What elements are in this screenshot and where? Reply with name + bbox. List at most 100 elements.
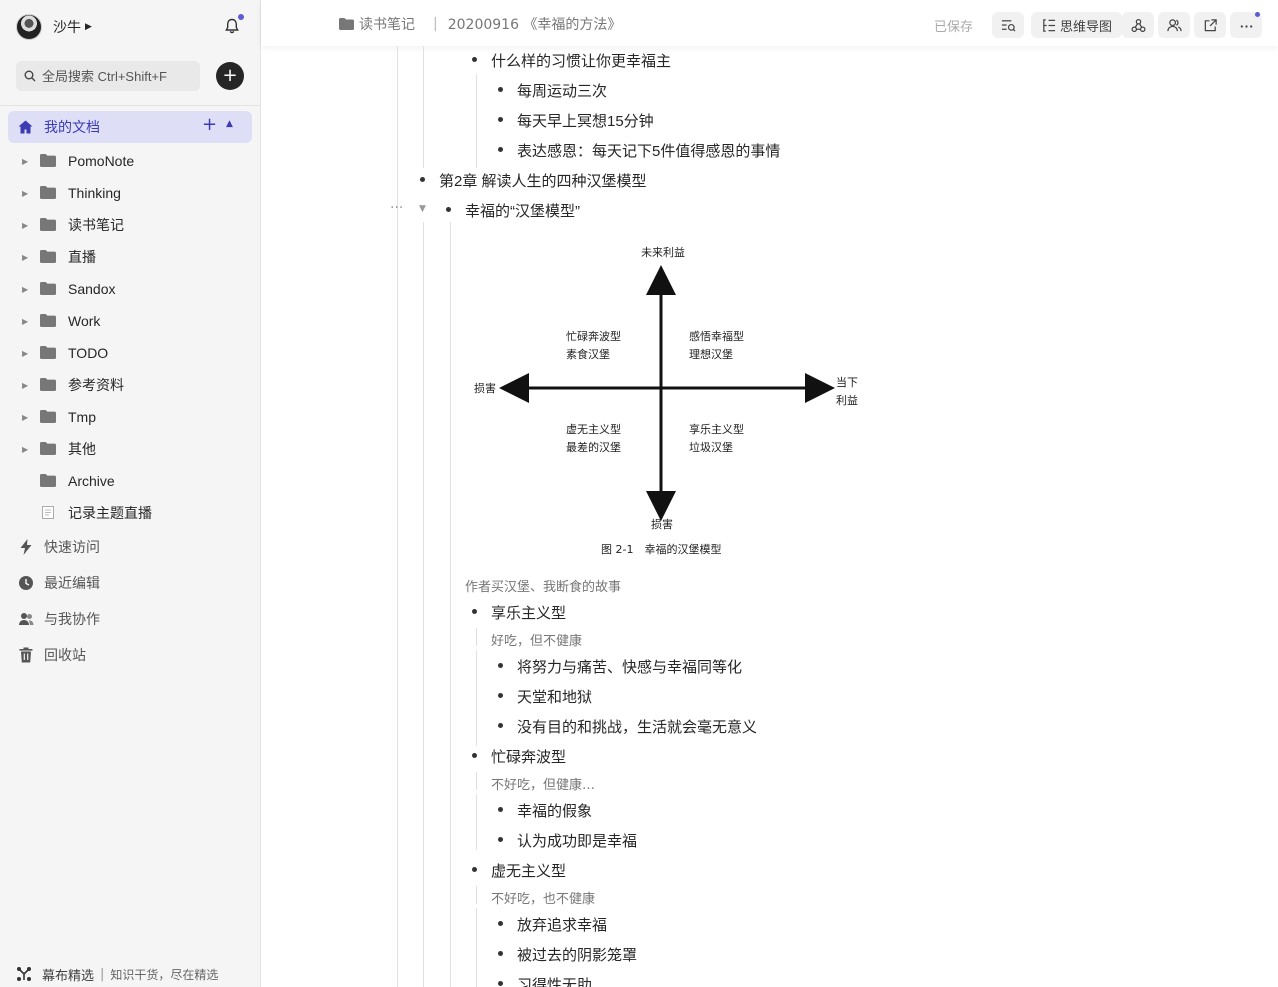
user-menu[interactable]: 沙牛 ▶ (16, 12, 92, 42)
bullet[interactable] (498, 837, 503, 842)
caret-right-icon[interactable]: ▶ (22, 317, 28, 326)
quadrant-label: 享乐主义型 (689, 422, 744, 436)
outline-node[interactable]: 每周运动三次 (517, 80, 607, 101)
collapse-icon[interactable]: ▼ (419, 204, 426, 214)
bullet[interactable] (498, 663, 503, 668)
outline-node[interactable]: 幸福的“汉堡模型” (465, 200, 580, 221)
tree-item[interactable]: ▶ Thinking (0, 177, 260, 209)
folder-icon (40, 282, 56, 295)
collapse-up-icon[interactable]: ▲ (226, 119, 233, 129)
caret-right-icon[interactable]: ▶ (22, 253, 28, 262)
outline-node[interactable]: 将努力与痛苦、快感与幸福同等化 (517, 656, 742, 677)
bullet[interactable] (498, 981, 503, 986)
bullet[interactable] (420, 177, 425, 182)
sidebar-item-my-docs[interactable]: 我的文档 + ▲ (8, 111, 252, 143)
caret-right-icon[interactable]: ▶ (22, 413, 28, 422)
outline-editor: 什么样的习惯让你更幸福主 每周运动三次 每天早上冥想15分钟 表达感恩：每天记下… (261, 46, 1278, 987)
global-search[interactable] (16, 61, 200, 91)
update-dot (1255, 12, 1260, 17)
avatar[interactable] (16, 14, 42, 40)
node-note[interactable]: 不好吃，也不健康 (491, 888, 595, 907)
bullet[interactable] (498, 723, 503, 728)
bullet[interactable] (498, 147, 503, 152)
bullet[interactable] (472, 867, 477, 872)
search-in-doc-button[interactable] (992, 12, 1024, 38)
outline-node[interactable]: 认为成功即是幸福 (517, 830, 637, 851)
outline-node[interactable]: 虚无主义型 (491, 860, 566, 881)
node-note[interactable]: 不好吃，但健康… (491, 774, 595, 793)
tree-item[interactable]: ▶ 其他 (0, 433, 260, 465)
node-note[interactable]: 好吃，但不健康 (491, 630, 582, 649)
caret-right-icon[interactable]: ▶ (22, 349, 28, 358)
tree-item-label: Tmp (68, 409, 96, 425)
sidebar-nav-label: 快速访问 (44, 540, 100, 556)
bullet[interactable] (498, 807, 503, 812)
tree-item[interactable]: ▶ PomoNote (0, 145, 260, 177)
tree-item[interactable]: ▶ TODO (0, 337, 260, 369)
quadrant-label: 虚无主义型 (566, 422, 621, 436)
bullet[interactable] (446, 207, 451, 212)
collaborate-button[interactable] (1158, 12, 1190, 38)
tree-item[interactable]: ▶ Tmp (0, 401, 260, 433)
tree-item[interactable]: ▶ Sandox (0, 273, 260, 305)
export-button[interactable] (1194, 12, 1226, 38)
outline-node[interactable]: 天堂和地狱 (517, 686, 592, 707)
footer-promo[interactable]: 幕布精选 | 知识干货，尽在精选 (16, 962, 218, 986)
breadcrumb-folder[interactable]: 读书笔记 (359, 14, 415, 34)
mindmap-icon (1043, 18, 1056, 32)
bullet[interactable] (498, 921, 503, 926)
add-button[interactable]: + (216, 62, 244, 90)
outline-node[interactable]: 习得性无助 (517, 974, 592, 987)
bullet[interactable] (472, 57, 477, 62)
outline-node[interactable]: 表达感恩：每天记下5件值得感恩的事情 (517, 140, 780, 161)
caret-right-icon[interactable]: ▶ (22, 285, 28, 294)
folder-icon (40, 346, 56, 359)
bullet[interactable] (498, 117, 503, 122)
bell-icon[interactable] (224, 18, 240, 34)
home-icon (18, 120, 33, 134)
bullet[interactable] (472, 753, 477, 758)
mindmap-button[interactable]: 思维导图 (1031, 12, 1122, 38)
caret-right-icon[interactable]: ▶ (22, 445, 28, 454)
caret-right-icon[interactable]: ▶ (22, 221, 28, 230)
tree-item[interactable]: ▶ 读书笔记 (0, 209, 260, 241)
tree-item[interactable]: Archive (0, 465, 260, 497)
sidebar-nav-item[interactable]: 与我协作 (0, 603, 260, 635)
caret-right-icon[interactable]: ▶ (22, 189, 28, 198)
sidebar-nav-item[interactable]: 最近编辑 (0, 567, 260, 599)
folder-icon (339, 18, 354, 30)
breadcrumb-doc-title[interactable]: 20200916 《幸福的方法》 (448, 14, 622, 34)
outline-node[interactable]: 忙碌奔波型 (491, 746, 566, 767)
outline-node[interactable]: 被过去的阴影笼罩 (517, 944, 637, 965)
outline-node[interactable]: 什么样的习惯让你更幸福主 (491, 50, 671, 71)
tree-item-label: 记录主题直播 (68, 505, 152, 521)
folder-icon (40, 186, 56, 199)
node-menu-icon[interactable]: ··· (390, 200, 403, 216)
bullet[interactable] (498, 87, 503, 92)
outline-node[interactable]: 放弃追求幸福 (517, 914, 607, 935)
caret-right-icon[interactable]: ▶ (22, 157, 28, 166)
bullet[interactable] (472, 609, 477, 614)
outline-node[interactable]: 享乐主义型 (491, 602, 566, 623)
tree-item[interactable]: ▶ 直播 (0, 241, 260, 273)
outline-node[interactable]: 幸福的假象 (517, 800, 592, 821)
outline-node[interactable]: 第2章 解读人生的四种汉堡模型 (439, 170, 647, 191)
tree-item[interactable]: ▶ Work (0, 305, 260, 337)
share-out-icon (1204, 18, 1217, 31)
outline-node[interactable]: 没有目的和挑战，生活就会毫无意义 (517, 716, 757, 737)
sidebar-nav-item[interactable]: 回收站 (0, 639, 260, 671)
share-graph-button[interactable] (1122, 12, 1154, 38)
tree-item[interactable]: ▶ 参考资料 (0, 369, 260, 401)
node-note[interactable]: 作者买汉堡、我断食的故事 (465, 576, 621, 595)
bullet[interactable] (498, 693, 503, 698)
lightning-icon (20, 539, 32, 555)
outline-node[interactable]: 每天早上冥想15分钟 (517, 110, 654, 131)
bullet[interactable] (498, 951, 503, 956)
search-input[interactable] (42, 68, 192, 84)
add-doc-icon[interactable]: + (202, 114, 217, 135)
tree-item[interactable]: 记录主题直播 (0, 497, 260, 529)
sidebar-nav-item[interactable]: 快速访问 (0, 531, 260, 563)
hamburger-model-figure[interactable]: 未来利益 损害 损害 当下 利益 忙碌奔波型 素食汉堡 感悟幸福型 理想汉堡 虚… (466, 240, 866, 560)
search-icon (24, 70, 36, 82)
caret-right-icon[interactable]: ▶ (22, 381, 28, 390)
